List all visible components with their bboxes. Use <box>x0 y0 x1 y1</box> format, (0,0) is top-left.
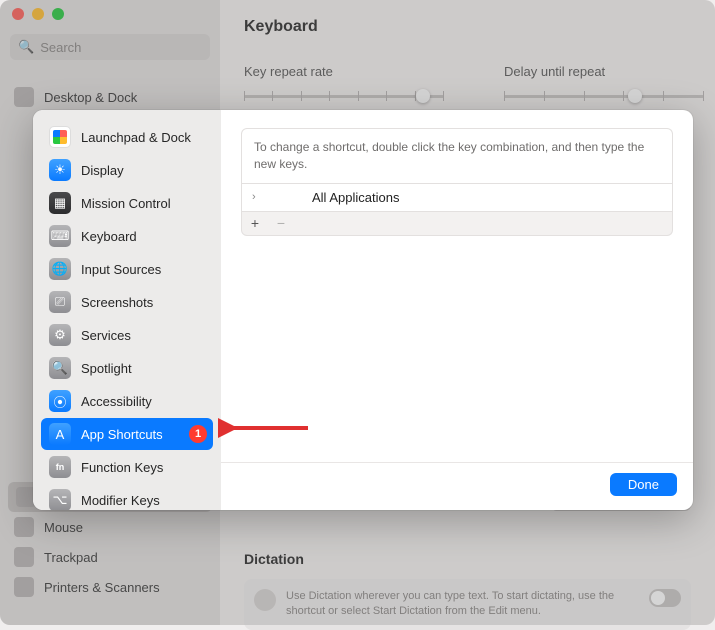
key-repeat-slider[interactable] <box>244 85 444 107</box>
sheet-item-function[interactable]: fn Function Keys <box>41 451 213 483</box>
bg-sidebar-desktop-dock[interactable]: Desktop & Dock <box>0 82 220 112</box>
remove-button[interactable]: − <box>268 212 294 234</box>
sheet-body: To change a shortcut, double click the k… <box>221 110 693 462</box>
printers-icon <box>14 577 34 597</box>
function-icon: fn <box>49 456 71 478</box>
services-icon: ⚙ <box>49 324 71 346</box>
badge: 1 <box>189 425 207 443</box>
dictation-toggle[interactable] <box>649 589 681 607</box>
display-icon: ☀ <box>49 159 71 181</box>
desktop-dock-icon <box>14 87 34 107</box>
sheet-item-services[interactable]: ⚙ Services <box>41 319 213 351</box>
sheet-item-label: Display <box>81 163 124 178</box>
dictation-title: Dictation <box>244 551 691 567</box>
appshortcuts-icon: A <box>49 423 71 445</box>
search-input[interactable]: 🔍 Search <box>10 34 210 60</box>
done-button[interactable]: Done <box>610 473 677 496</box>
sheet-item-label: Accessibility <box>81 394 152 409</box>
sheet-item-display[interactable]: ☀ Display <box>41 154 213 186</box>
launchpad-icon <box>49 126 71 148</box>
bg-sidebar-trackpad[interactable]: Trackpad <box>0 542 220 572</box>
add-button[interactable]: + <box>242 212 268 234</box>
microphone-icon <box>254 589 276 611</box>
sheet-item-label: Launchpad & Dock <box>81 130 191 145</box>
search-placeholder: Search <box>40 40 81 55</box>
sheet-item-input[interactable]: 🌐 Input Sources <box>41 253 213 285</box>
instruction-text: To change a shortcut, double click the k… <box>241 128 673 183</box>
window-controls <box>0 0 220 28</box>
key-repeat-label: Key repeat rate <box>244 64 444 79</box>
sheet-item-spotlight[interactable]: 🔍 Spotlight <box>41 352 213 384</box>
trackpad-icon <box>14 547 34 567</box>
delay-slider[interactable] <box>504 85 704 107</box>
keyboard-icon: ⌨ <box>49 225 71 247</box>
close-icon[interactable] <box>12 8 24 20</box>
bg-sidebar-printers[interactable]: Printers & Scanners <box>0 572 220 602</box>
sheet-footer: Done <box>221 462 693 510</box>
dictation-desc: Use Dictation wherever you can type text… <box>286 589 639 620</box>
sheet-item-accessibility[interactable]: ⦿ Accessibility <box>41 385 213 417</box>
modifier-icon: ⌥ <box>49 489 71 510</box>
bg-sidebar-mouse[interactable]: Mouse <box>0 512 220 542</box>
sheet-item-label: App Shortcuts <box>81 427 163 442</box>
input-icon: 🌐 <box>49 258 71 280</box>
sheet-item-label: Keyboard <box>81 229 137 244</box>
mission-icon: ▦ <box>49 192 71 214</box>
sheet-item-modifier[interactable]: ⌥ Modifier Keys <box>41 484 213 510</box>
sheet-item-label: Spotlight <box>81 361 132 376</box>
sheet-item-keyboard[interactable]: ⌨ Keyboard <box>41 220 213 252</box>
sheet-item-launchpad[interactable]: Launchpad & Dock <box>41 121 213 153</box>
sheet-item-label: Mission Control <box>81 196 171 211</box>
sheet-item-appshortcuts[interactable]: A App Shortcuts 1 <box>41 418 213 450</box>
sheet-item-screenshots[interactable]: ⎚ Screenshots <box>41 286 213 318</box>
spotlight-icon: 🔍 <box>49 357 71 379</box>
page-title: Keyboard <box>244 18 691 36</box>
add-remove-bar: + − <box>241 212 673 236</box>
sheet-item-label: Input Sources <box>81 262 161 277</box>
sheet-item-label: Function Keys <box>81 460 163 475</box>
search-icon: 🔍 <box>18 39 34 55</box>
delay-label: Delay until repeat <box>504 64 704 79</box>
zoom-icon[interactable] <box>52 8 64 20</box>
disclosure-icon[interactable]: › <box>252 191 262 203</box>
sheet-item-label: Modifier Keys <box>81 493 160 508</box>
accessibility-icon: ⦿ <box>49 390 71 412</box>
dictation-box: Use Dictation wherever you can type text… <box>244 579 691 630</box>
keyboard-shortcuts-sheet: Launchpad & Dock ☀ Display ▦ Mission Control… <box>33 110 693 510</box>
minimize-icon[interactable] <box>32 8 44 20</box>
sheet-sidebar: Launchpad & Dock ☀ Display ▦ Mission Control… <box>33 110 221 510</box>
sheet-item-label: Services <box>81 328 131 343</box>
sheet-item-label: Screenshots <box>81 295 153 310</box>
screenshots-icon: ⎚ <box>49 291 71 313</box>
all-applications-row[interactable]: › All Applications <box>241 183 673 212</box>
mouse-icon <box>14 517 34 537</box>
sheet-item-mission[interactable]: ▦ Mission Control <box>41 187 213 219</box>
all-applications-label: All Applications <box>312 190 399 205</box>
